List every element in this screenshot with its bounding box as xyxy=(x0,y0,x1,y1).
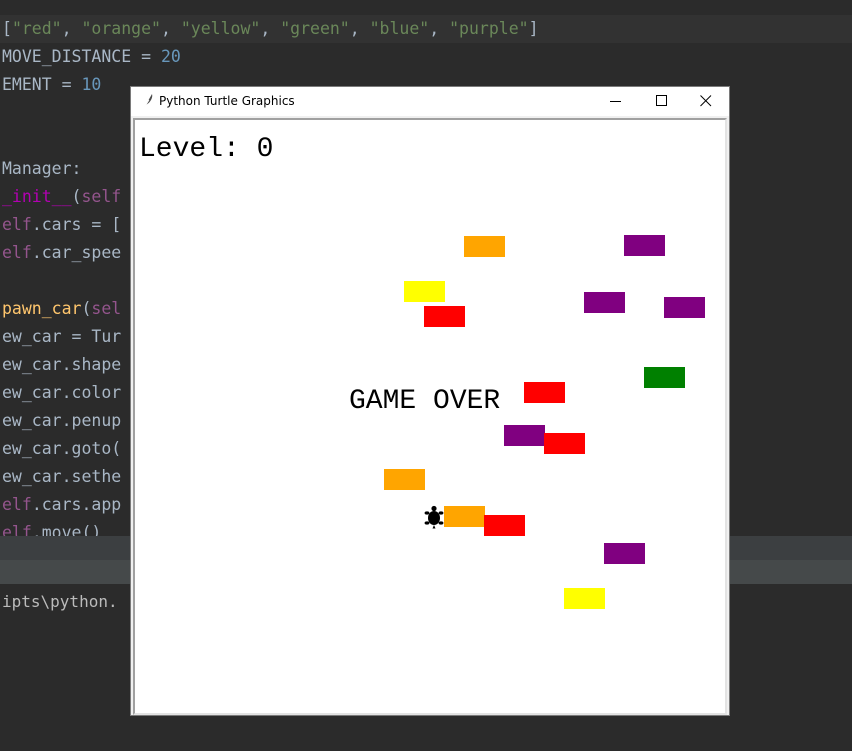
console-path-text: ipts\python. xyxy=(2,592,118,611)
car-green xyxy=(644,367,685,388)
code-token: sel xyxy=(91,299,122,318)
car-purple xyxy=(504,425,545,446)
code-token: , xyxy=(61,19,82,38)
car-orange xyxy=(464,236,505,257)
code-token: EMENT = xyxy=(2,75,82,94)
code-token: _init__ xyxy=(2,187,72,206)
code-line: elf.cars = [ xyxy=(2,211,121,239)
code-line: elf.car_spee xyxy=(2,239,121,267)
code-token: "green" xyxy=(280,19,350,38)
car-purple xyxy=(584,292,625,313)
code-line: ew_car.penup xyxy=(2,407,121,435)
code-token: MOVE_DISTANCE = xyxy=(2,47,161,66)
code-token: ew_car.sethe xyxy=(2,467,122,486)
code-token: "yellow" xyxy=(180,19,261,38)
close-icon xyxy=(700,95,712,107)
code-line: _init__(self xyxy=(2,183,121,211)
game-over-message: GAME OVER xyxy=(349,386,501,417)
car-red xyxy=(524,382,565,403)
window-title: Python Turtle Graphics xyxy=(159,94,295,108)
feather-icon xyxy=(143,94,153,109)
code-token: .car_spee xyxy=(31,243,122,262)
code-token: "purple" xyxy=(449,19,529,38)
code-token: "blue" xyxy=(369,19,430,38)
code-token: 10 xyxy=(81,75,102,94)
code-line: ew_car.color xyxy=(2,379,121,407)
code-line: ew_car.shape xyxy=(2,351,121,379)
code-token: ew_car = Tur xyxy=(2,327,122,346)
maximize-button[interactable] xyxy=(639,87,685,116)
code-token: .cars.app xyxy=(31,495,122,514)
code-token: , xyxy=(160,19,181,38)
code-token: ew_car.goto( xyxy=(2,439,122,458)
turtle-canvas[interactable]: Level: 0 GAME OVER xyxy=(133,118,727,715)
code-token: ] xyxy=(528,19,539,38)
code-token: elf xyxy=(2,495,32,514)
turtle-window: Python Turtle Graphics Level: 0 GAME OVE… xyxy=(130,86,730,716)
code-token: ( xyxy=(71,187,82,206)
code-token: , xyxy=(260,19,281,38)
code-token: ( xyxy=(81,299,92,318)
maximize-icon xyxy=(656,95,667,106)
car-orange xyxy=(444,506,485,527)
code-token: , xyxy=(429,19,450,38)
level-scoreboard: Level: 0 xyxy=(139,134,274,165)
code-line: ew_car = Tur xyxy=(2,323,121,351)
code-token: "red" xyxy=(11,19,62,38)
minimize-button[interactable] xyxy=(593,87,639,116)
code-line: elf.cars.app xyxy=(2,491,121,519)
car-purple xyxy=(664,297,705,318)
car-orange xyxy=(384,469,425,490)
code-line: EMENT = 10 xyxy=(2,71,101,99)
code-token: ew_car.shape xyxy=(2,355,122,374)
code-token: Manager: xyxy=(2,159,82,178)
car-purple xyxy=(604,543,645,564)
code-token: , xyxy=(349,19,370,38)
code-line: MOVE_DISTANCE = 20 xyxy=(2,43,181,71)
car-yellow xyxy=(404,281,445,302)
code-line: ew_car.sethe xyxy=(2,463,121,491)
code-token: pawn_car xyxy=(2,299,82,318)
window-titlebar[interactable]: Python Turtle Graphics xyxy=(131,87,729,116)
code-token: "orange" xyxy=(81,19,161,38)
car-purple xyxy=(624,235,665,256)
code-token: elf xyxy=(2,243,32,262)
minimize-icon xyxy=(610,101,621,102)
code-token: elf xyxy=(2,215,32,234)
car-red xyxy=(544,433,585,454)
code-token: ew_car.penup xyxy=(2,411,122,430)
code-token: 20 xyxy=(160,47,181,66)
code-line: pawn_car(sel xyxy=(2,295,121,323)
code-token: ew_car.color xyxy=(2,383,122,402)
code-line: Manager: xyxy=(2,155,81,183)
code-line: ew_car.goto( xyxy=(2,435,121,463)
car-yellow xyxy=(564,588,605,609)
code-token: .cars = [ xyxy=(31,215,122,234)
car-red xyxy=(424,306,465,327)
code-line: ["red", "orange", "yellow", "green", "bl… xyxy=(2,15,539,43)
car-red xyxy=(484,515,525,536)
code-token: self xyxy=(81,187,122,206)
turtle-icon xyxy=(424,505,444,529)
close-button[interactable] xyxy=(683,87,729,116)
code-token: [ xyxy=(2,19,12,38)
